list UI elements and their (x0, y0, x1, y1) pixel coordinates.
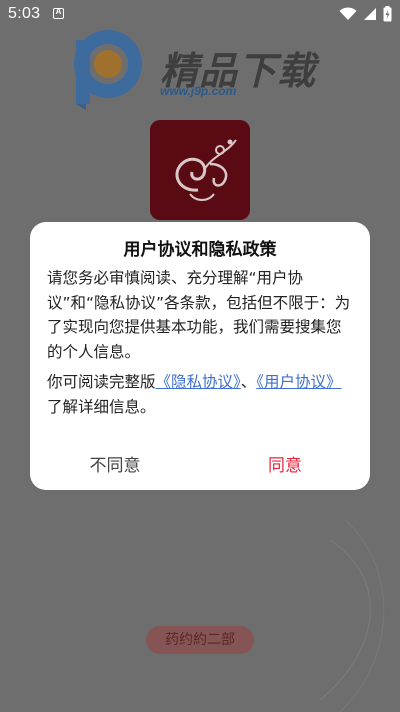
swirl-emblem-icon (175, 139, 237, 201)
app-icon (150, 120, 250, 220)
status-time: 5:03 (8, 5, 41, 22)
agree-button[interactable]: 同意 (200, 448, 370, 484)
signal-icon (364, 8, 376, 20)
dialog-title: 用户协议和隐私政策 (123, 240, 277, 260)
dialog-paragraph-links: 你可阅读完整版《隐私协议》、《用户协议》了解详细信息。 (47, 370, 353, 419)
links-separator: 、 (240, 373, 257, 391)
links-prefix-text: 你可阅读完整版 (47, 373, 156, 391)
user-agreement-link[interactable]: 《用户协议》 (256, 373, 341, 391)
watermark-logo: 精品下载 www.j9p.com (68, 26, 328, 116)
notification-letter: A (55, 7, 62, 16)
status-icons (339, 5, 392, 23)
disagree-button[interactable]: 不同意 (30, 448, 200, 484)
privacy-policy-link[interactable]: 《隐私协议》 (156, 373, 241, 391)
dialog-paragraph-intro: 请您务必审慎阅读、充分理解“用户协议”和“隐私协议”各条款，包括但不限于：为了实… (47, 269, 351, 361)
watermark-site-url: www.j9p.com (160, 84, 237, 98)
privacy-agreement-dialog: 用户协议和隐私政策 请您务必审慎阅读、充分理解“用户协议”和“隐私协议”各条款，… (30, 222, 370, 490)
links-suffix-text: 了解详细信息。 (47, 397, 156, 416)
app-screen: 5:03 A 精品下载 www.j9p.com 用户协议和隐私政策 请您务必审慎… (0, 0, 400, 712)
wifi-icon (339, 7, 357, 20)
battery-charging-icon (383, 6, 392, 22)
p-logo-icon (74, 30, 142, 110)
bottom-stamp-label: 药约約二部 (146, 626, 254, 654)
notification-a-icon: A (53, 7, 64, 19)
dialog-button-row: 不同意 同意 (30, 448, 370, 484)
